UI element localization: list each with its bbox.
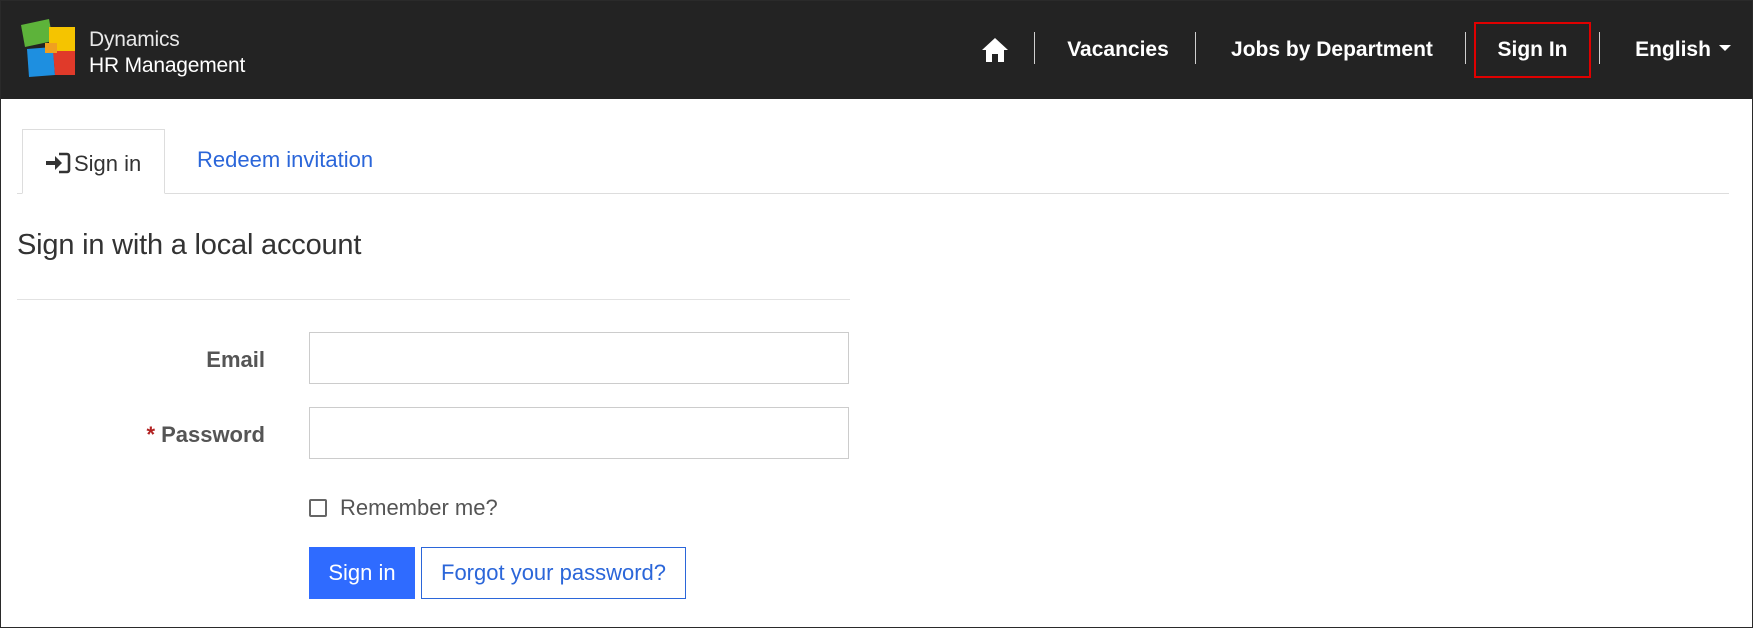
top-navbar: Dynamics HR Management Vacancies Jobs by… (1, 1, 1752, 99)
dynamics-logo-icon (21, 19, 75, 77)
checkbox-icon[interactable] (309, 499, 327, 517)
nav-home[interactable] (975, 1, 1015, 99)
caret-down-icon (1718, 45, 1731, 52)
tabs-divider (17, 193, 1729, 194)
brand-name: Dynamics HR Management (89, 27, 245, 79)
tab-redeem-invitation[interactable]: Redeem invitation (197, 147, 373, 173)
title-divider (17, 299, 850, 300)
nav-divider (1465, 32, 1466, 64)
required-marker: * (146, 422, 156, 447)
email-label: Email (206, 347, 265, 372)
sign-in-button[interactable]: Sign in (309, 547, 415, 599)
nav-divider (1599, 32, 1600, 64)
nav-jobs-by-department[interactable]: Jobs by Department (1219, 1, 1445, 99)
nav-divider (1034, 32, 1035, 64)
email-field[interactable] (309, 332, 849, 384)
nav-vacancies[interactable]: Vacancies (1051, 1, 1185, 99)
nav-divider (1195, 32, 1196, 64)
brand-line-2: HR Management (89, 54, 246, 77)
nav-sign-in[interactable]: Sign In (1474, 22, 1591, 78)
language-label: English (1635, 38, 1711, 61)
tab-sign-in[interactable]: Sign in (22, 129, 165, 194)
home-icon (982, 38, 1008, 62)
password-label: * Password (101, 422, 266, 448)
language-dropdown[interactable]: English (1628, 1, 1738, 99)
tab-sign-in-label: Sign in (74, 151, 142, 176)
sign-in-icon (46, 152, 71, 174)
forgot-password-button[interactable]: Forgot your password? (421, 547, 686, 599)
password-label-text: Password (161, 422, 265, 447)
page-title: Sign in with a local account (17, 229, 362, 261)
brand-line-1: Dynamics (89, 28, 180, 51)
app-frame: Dynamics HR Management Vacancies Jobs by… (0, 0, 1753, 628)
brand[interactable]: Dynamics HR Management (19, 17, 279, 83)
password-field[interactable] (309, 407, 849, 459)
remember-me-label: Remember me? (340, 495, 498, 520)
